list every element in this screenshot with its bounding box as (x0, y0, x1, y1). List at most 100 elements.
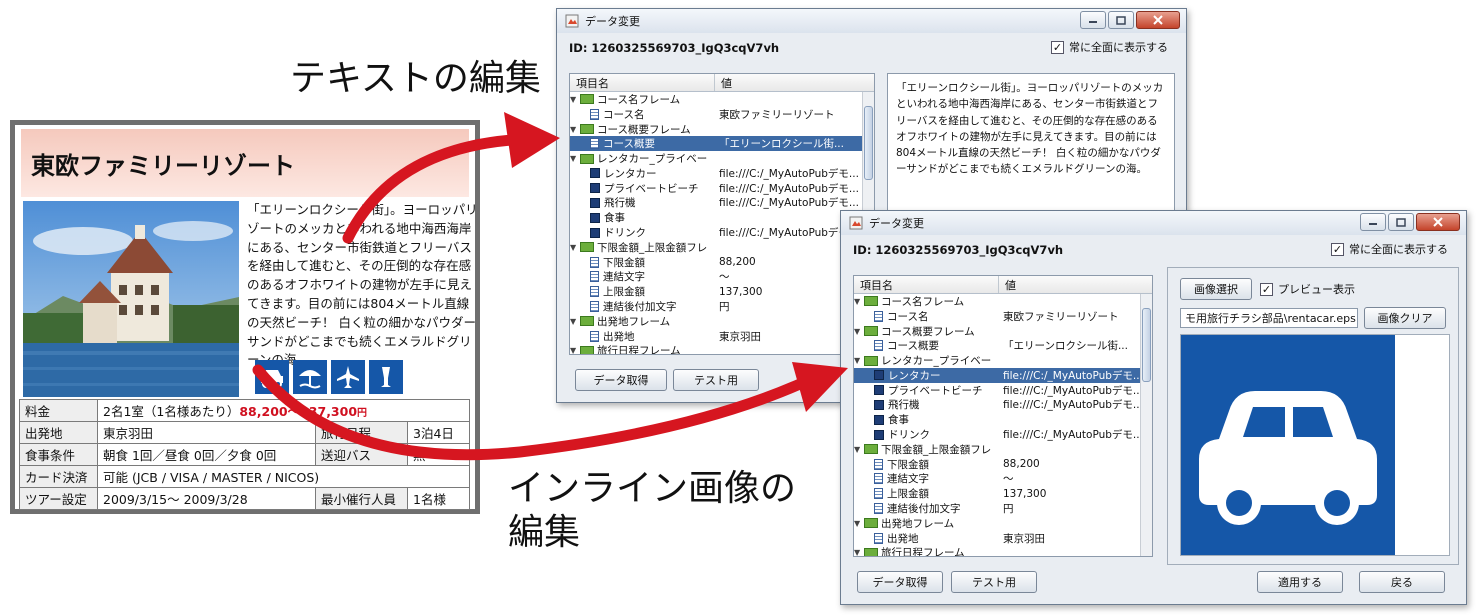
expand-toggle-icon[interactable]: ▼ (854, 356, 862, 365)
tree-row[interactable]: コース概要 「エリーンロクシール街... (854, 338, 1152, 353)
tree-row[interactable]: ▼ コース概要フレーム (854, 324, 1152, 339)
tree-row[interactable]: 出発地 東京羽田 (854, 531, 1152, 546)
image-path-field[interactable]: モ用旅行チラシ部品\rentacar.eps (1180, 308, 1358, 328)
close-icon (1433, 217, 1443, 227)
tree-row[interactable]: 飛行機 file:///C:/_MyAutoPubデモ... (570, 196, 874, 211)
tree-row[interactable]: ▼ 旅行日程フレーム (854, 546, 1152, 556)
tree-row[interactable]: レンタカー file:///C:/_MyAutoPubデモ... (570, 166, 874, 181)
flyer-body: 「エリーンロクシール街」。ヨーロッパリゾートのメッカといわれる地中海西海岸にある… (21, 201, 478, 397)
tree-row[interactable]: 出発地 東京羽田 (570, 329, 874, 344)
tree-row[interactable]: ▼ コース概要フレーム (570, 122, 874, 137)
tree-row-label: レンタカー_プライベー (881, 355, 992, 368)
tree-row[interactable]: 連結後付加文字 円 (854, 501, 1152, 516)
tree-row[interactable]: ▼ コース名フレーム (570, 92, 874, 107)
tree-row[interactable]: 連結後付加文字 円 (570, 299, 874, 314)
tree-row-name: 連結文字 (570, 269, 715, 284)
tree-row-value: 〜 (1003, 473, 1014, 486)
always-on-top-checkbox[interactable]: ✓ 常に全面に表示する (1051, 39, 1168, 55)
expand-toggle-icon[interactable]: ▼ (570, 125, 578, 134)
expand-toggle-icon[interactable]: ▼ (570, 243, 578, 252)
tree-row-name: コース名 (570, 107, 715, 122)
tree-row[interactable]: 上限金額 137,300 (570, 284, 874, 299)
tree-row-value: 137,300 (1003, 487, 1047, 500)
tree-row[interactable]: ▼ 旅行日程フレーム (570, 344, 874, 354)
back-button[interactable]: 戻る (1359, 571, 1445, 593)
maximize-button[interactable] (1108, 11, 1134, 29)
image-field-icon (590, 227, 600, 238)
clear-image-button[interactable]: 画像クリア (1364, 307, 1446, 329)
field-tree[interactable]: 項目名 値 ▼ コース名フレーム コース名 東欧ファミリーリゾート ▼ コース概要フレーム… (569, 73, 875, 355)
tree-row-value: file:///C:/_MyAutoPubデモ... (1003, 369, 1143, 382)
expand-toggle-icon[interactable]: ▼ (854, 327, 862, 336)
expand-toggle-icon[interactable]: ▼ (570, 346, 578, 354)
scrollbar-thumb[interactable] (1142, 308, 1151, 382)
tree-row-value: file:///C:/_MyAutoPubデモ... (719, 167, 859, 180)
text-field-icon (590, 138, 599, 150)
tree-row[interactable]: ▼ レンタカー_プライベー (854, 353, 1152, 368)
expand-toggle-icon[interactable]: ▼ (854, 297, 862, 306)
rentacar-image (1181, 335, 1395, 555)
tree-row[interactable]: コース概要 「エリーンロクシール街... (570, 136, 874, 152)
maximize-button[interactable] (1388, 213, 1414, 231)
expand-toggle-icon[interactable]: ▼ (854, 519, 862, 528)
tree-row[interactable]: 連結文字 〜 (854, 472, 1152, 487)
column-name-header[interactable]: 項目名 (570, 74, 715, 91)
tree-row[interactable]: ▼ 下限金額_上限金額フレ (570, 240, 874, 255)
tree-row[interactable]: 食事 (570, 210, 874, 225)
tree-row-value: 円 (1003, 503, 1014, 516)
tree-row-name: ▼ コース概要フレーム (570, 122, 715, 137)
apply-button[interactable]: 適用する (1257, 571, 1343, 593)
window-controls (1360, 213, 1460, 231)
close-button[interactable] (1136, 11, 1180, 29)
expand-toggle-icon[interactable]: ▼ (854, 548, 862, 556)
tree-row[interactable]: コース名 東欧ファミリーリゾート (570, 107, 874, 122)
tree-row-label: 上限金額 (887, 488, 929, 501)
tree-row-name: 食事 (854, 412, 999, 427)
preview-checkbox[interactable]: ✓ プレビュー表示 (1260, 281, 1355, 297)
tree-row[interactable]: ▼ レンタカー_プライベー (570, 151, 874, 166)
select-image-button[interactable]: 画像選択 (1180, 278, 1252, 300)
tree-row[interactable]: ▼ 出発地フレーム (570, 314, 874, 329)
always-on-top-label: 常に全面に表示する (1349, 243, 1448, 256)
tree-row[interactable]: 下限金額 88,200 (854, 457, 1152, 472)
always-on-top-checkbox[interactable]: ✓ 常に全面に表示する (1331, 241, 1448, 257)
tree-row[interactable]: ▼ コース名フレーム (854, 294, 1152, 309)
tree-row[interactable]: 飛行機 file:///C:/_MyAutoPubデモ... (854, 398, 1152, 413)
flyer-info-table: 料金 2名1室（1名様あたり）88,200〜137,300円 出発地 東京羽田 … (19, 399, 470, 510)
column-value-header[interactable]: 値 (715, 75, 732, 91)
tree-row[interactable]: プライベートビーチ file:///C:/_MyAutoPubデモ... (570, 181, 874, 196)
test-button[interactable]: テスト用 (673, 369, 759, 391)
tree-row[interactable]: レンタカー file:///C:/_MyAutoPubデモ... (854, 367, 1152, 383)
tree-row[interactable]: ドリンク file:///C:/_MyAutoPubデモ... (570, 225, 874, 240)
minimize-button[interactable] (1080, 11, 1106, 29)
scrollbar-thumb[interactable] (864, 106, 873, 180)
column-value-header[interactable]: 値 (999, 277, 1016, 293)
expand-toggle-icon[interactable]: ▼ (570, 317, 578, 326)
get-data-button[interactable]: データ取得 (857, 571, 943, 593)
tree-row[interactable]: 連結文字 〜 (570, 270, 874, 285)
pane-splitter[interactable] (1157, 275, 1163, 557)
field-tree[interactable]: 項目名 値 ▼ コース名フレーム コース名 東欧ファミリーリゾート ▼ コース概要フレーム… (853, 275, 1153, 557)
tree-row-label: 出発地フレーム (881, 517, 955, 530)
get-data-button[interactable]: データ取得 (575, 369, 667, 391)
minimize-button[interactable] (1360, 213, 1386, 231)
inline-image-edit-label-line1: インライン画像の (508, 468, 797, 509)
close-button[interactable] (1416, 213, 1460, 231)
test-button[interactable]: テスト用 (951, 571, 1037, 593)
tree-row[interactable]: 上限金額 137,300 (854, 486, 1152, 501)
expand-toggle-icon[interactable]: ▼ (570, 95, 578, 104)
tree-row[interactable]: プライベートビーチ file:///C:/_MyAutoPubデモ... (854, 383, 1152, 398)
column-name-header[interactable]: 項目名 (854, 276, 999, 293)
tree-row-label: 出発地 (887, 532, 919, 545)
tree-row[interactable]: ▼ 出発地フレーム (854, 516, 1152, 531)
flyer: 東欧ファミリーリゾート 「エリーンロクシール街」。ヨーロッパリゾートのメッカとい… (10, 120, 480, 514)
tree-row[interactable]: コース名 東欧ファミリーリゾート (854, 309, 1152, 324)
tree-row[interactable]: ▼ 下限金額_上限金額フレ (854, 442, 1152, 457)
tree-row-label: ドリンク (604, 227, 646, 240)
expand-toggle-icon[interactable]: ▼ (854, 445, 862, 454)
tree-row[interactable]: 下限金額 88,200 (570, 255, 874, 270)
tree-row[interactable]: ドリンク file:///C:/_MyAutoPubデモ... (854, 427, 1152, 442)
tree-row[interactable]: 食事 (854, 412, 1152, 427)
tree-scrollbar[interactable] (1140, 294, 1152, 556)
expand-toggle-icon[interactable]: ▼ (570, 154, 578, 163)
